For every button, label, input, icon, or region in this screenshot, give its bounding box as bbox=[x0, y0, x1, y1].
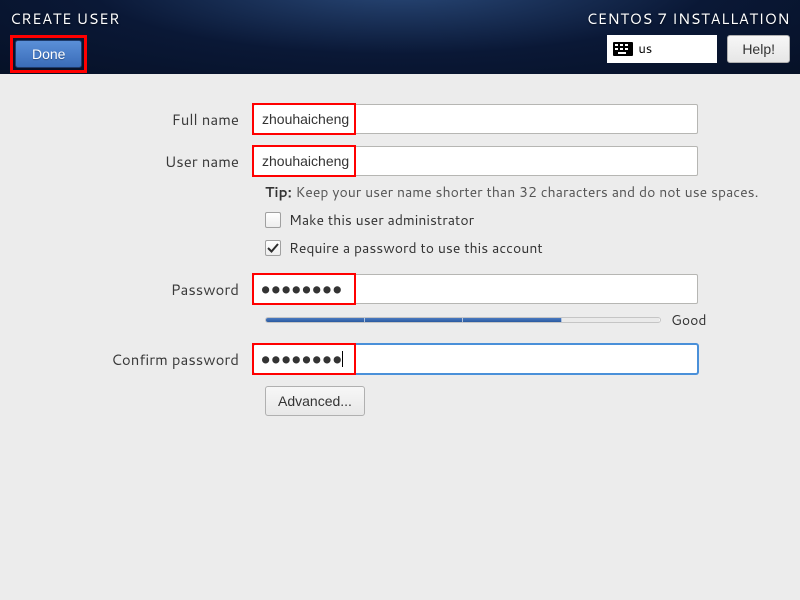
help-button[interactable]: Help! bbox=[727, 35, 790, 63]
text-cursor bbox=[342, 351, 343, 367]
advanced-row: Advanced... bbox=[253, 386, 773, 416]
done-highlight: Done bbox=[10, 35, 87, 73]
strength-segment bbox=[266, 318, 365, 322]
full-name-input[interactable] bbox=[253, 104, 698, 134]
admin-checkbox-label: Make this user administrator bbox=[289, 210, 474, 230]
password-strength-meter bbox=[265, 317, 661, 323]
keyboard-layout-indicator[interactable]: us bbox=[607, 35, 717, 63]
confirm-password-label: Confirm password bbox=[10, 349, 253, 370]
strength-segment bbox=[463, 318, 562, 322]
admin-checkbox-row: Make this user administrator bbox=[253, 210, 773, 230]
advanced-button[interactable]: Advanced... bbox=[265, 386, 365, 416]
check-icon bbox=[267, 242, 279, 254]
password-masked: ●●●●●●●● bbox=[262, 282, 344, 296]
user-name-field-wrap bbox=[253, 146, 698, 176]
user-name-input[interactable] bbox=[253, 146, 698, 176]
create-user-form: Full name User name Tip: Keep your user … bbox=[0, 74, 800, 432]
password-label: Password bbox=[10, 279, 253, 300]
strength-segment bbox=[562, 318, 661, 322]
require-password-label: Require a password to use this account bbox=[289, 238, 543, 258]
installer-title: CENTOS 7 INSTALLATION bbox=[587, 8, 790, 29]
password-strength-label: Good bbox=[671, 310, 707, 330]
confirm-password-masked: ●●●●●●●● bbox=[262, 352, 344, 366]
confirm-password-field-wrap: ●●●●●●●● bbox=[253, 344, 698, 374]
keyboard-icon bbox=[613, 42, 633, 56]
page-title: CREATE USER bbox=[10, 8, 120, 29]
require-password-checkbox[interactable] bbox=[265, 240, 281, 256]
full-name-label: Full name bbox=[10, 109, 253, 130]
username-tip: Tip: Keep your user name shorter than 32… bbox=[253, 182, 773, 202]
header-controls: us Help! bbox=[607, 35, 790, 63]
strength-segment bbox=[365, 318, 464, 322]
tip-prefix: Tip: bbox=[265, 182, 292, 202]
require-password-row: Require a password to use this account bbox=[253, 238, 773, 258]
full-name-field-wrap bbox=[253, 104, 698, 134]
password-strength-row: Good bbox=[253, 310, 773, 330]
done-button[interactable]: Done bbox=[15, 40, 82, 68]
confirm-password-input[interactable]: ●●●●●●●● bbox=[253, 344, 698, 374]
header-right: CENTOS 7 INSTALLATION us Help! bbox=[587, 8, 790, 63]
header-left: CREATE USER Done bbox=[10, 8, 120, 73]
tip-text: Keep your user name shorter than 32 char… bbox=[296, 182, 759, 202]
keyboard-layout-label: us bbox=[638, 40, 652, 58]
password-input[interactable]: ●●●●●●●● bbox=[253, 274, 698, 304]
header-bar: CREATE USER Done CENTOS 7 INSTALLATION u… bbox=[0, 0, 800, 74]
password-field-wrap: ●●●●●●●● bbox=[253, 274, 698, 304]
user-name-label: User name bbox=[10, 151, 253, 172]
admin-checkbox[interactable] bbox=[265, 212, 281, 228]
